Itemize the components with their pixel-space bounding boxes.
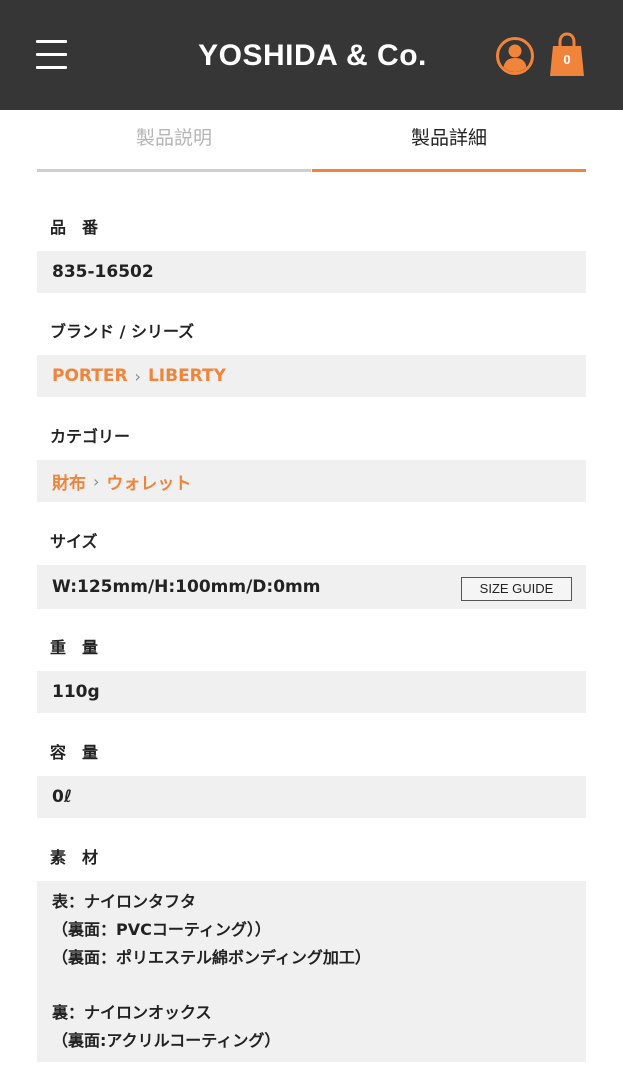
breadcrumb-separator: › xyxy=(93,471,100,491)
spec-label: サイズ xyxy=(50,532,98,551)
series-link[interactable]: LIBERTY xyxy=(148,366,226,386)
brand-link[interactable]: PORTER xyxy=(52,366,128,386)
account-icon[interactable] xyxy=(495,36,535,76)
material-line: 表：ナイロンタフタ xyxy=(52,892,197,911)
spec-part-number: 品 番 835-16502 xyxy=(37,213,586,293)
material-line: （裏面：ポリエステル綿ボンディング加工） xyxy=(52,948,371,967)
weight-value: 110g xyxy=(52,682,100,702)
spec-weight: 重 量 110g xyxy=(37,633,586,713)
category-child-link[interactable]: ウォレット xyxy=(106,469,191,494)
spec-value: 0ℓ xyxy=(37,776,586,818)
size-value: W:125mm/H:100mm/D:0mm xyxy=(52,577,321,597)
spec-label: ブランド / シリーズ xyxy=(50,322,195,341)
tab-product-description[interactable]: 製品説明 xyxy=(37,110,311,172)
product-tabs: 製品説明 製品詳細 xyxy=(37,110,586,172)
site-logo[interactable]: YOSHIDA & Co. xyxy=(160,36,465,76)
material-line: （裏面:アクリルコーティング） xyxy=(52,1031,281,1050)
breadcrumb-separator: › xyxy=(134,366,141,386)
spec-value: 835-16502 xyxy=(37,251,586,293)
spec-value: PORTER › LIBERTY xyxy=(37,355,586,397)
material-spacer xyxy=(52,972,571,999)
spec-label: 重 量 xyxy=(50,638,99,657)
spec-value: 110g xyxy=(37,671,586,713)
material-line: 裏：ナイロンオックス xyxy=(52,1003,212,1022)
spec-size: サイズ W:125mm/H:100mm/D:0mm SIZE GUIDE xyxy=(37,527,586,609)
site-header: YOSHIDA & Co. 0 xyxy=(0,0,623,110)
spec-value: W:125mm/H:100mm/D:0mm SIZE GUIDE xyxy=(37,565,586,609)
spec-value: 表：ナイロンタフタ （裏面：PVCコーティング）） （裏面：ポリエステル綿ボンデ… xyxy=(37,881,586,1062)
material-line: （裏面：PVCコーティング）） xyxy=(52,920,271,939)
menu-icon[interactable] xyxy=(36,40,67,69)
spec-label: カテゴリー xyxy=(50,427,131,446)
tab-product-details[interactable]: 製品詳細 xyxy=(312,110,586,172)
spec-material: 素 材 表：ナイロンタフタ （裏面：PVCコーティング）） （裏面：ポリエステル… xyxy=(37,843,586,1062)
spec-label: 品 番 xyxy=(50,218,99,237)
spec-label: 素 材 xyxy=(50,848,99,867)
spec-category: カテゴリー 財布 › ウォレット xyxy=(37,422,586,502)
part-number-value: 835-16502 xyxy=(52,262,154,282)
capacity-value: 0ℓ xyxy=(52,787,72,807)
spec-capacity: 容 量 0ℓ xyxy=(37,738,586,818)
spec-value: 財布 › ウォレット xyxy=(37,460,586,502)
category-parent-link[interactable]: 財布 xyxy=(52,469,86,494)
shopping-bag-icon[interactable] xyxy=(549,32,585,78)
size-guide-button[interactable]: SIZE GUIDE xyxy=(461,577,572,601)
spec-brand-series: ブランド / シリーズ PORTER › LIBERTY xyxy=(37,317,586,397)
spec-label: 容 量 xyxy=(50,743,99,762)
